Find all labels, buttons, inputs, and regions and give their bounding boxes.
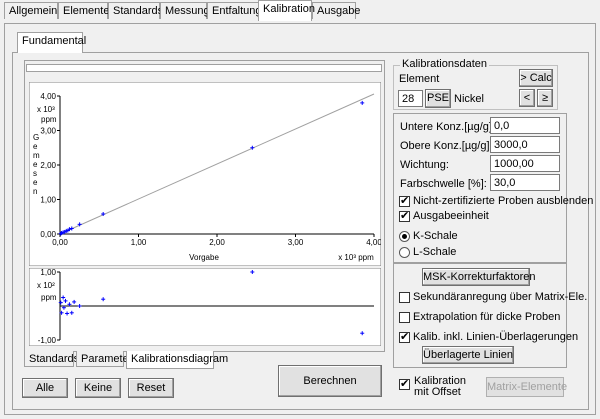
farbschwelle-label: Farbschwelle [%]: [400,178,487,190]
x-tick-label: 0,00 [52,238,68,247]
x-tick-label: 4,00 [366,238,381,247]
sekundaeranregung-label[interactable]: Sekundäranregung über Matrix-Ele. [413,291,587,303]
y-tick-label: 2,00 [40,161,56,170]
calc-button[interactable]: > Calc [519,69,553,87]
tab-fundamental[interactable]: Fundamental [17,32,86,53]
y-tick-label: 3,00 [40,127,56,136]
y-label-letter: e [33,142,38,151]
tab-elemente[interactable]: Elemente [58,2,109,19]
x-unit-label: x 10³ ppm [338,253,374,262]
berechnen-button[interactable]: Berechnen [278,365,382,397]
ausgabeeinheit-checkbox[interactable] [399,209,410,222]
kalib-inkl-checkbox[interactable] [399,330,410,343]
y-unit-top: x 10³ [37,105,55,114]
element-number-field[interactable]: 28 [398,90,423,107]
residual-y-tick-label: -1,00 [38,336,57,345]
next-element-button[interactable]: ≥ [537,89,553,107]
element-name: Nickel [454,93,484,105]
obere-konz-label: Obere Konz.[µg/g]: [400,140,493,152]
ueberlagerte-linien-button[interactable]: Überlagerte Linien [422,346,514,364]
kalibrationsdaten-title: Kalibrationsdaten [400,58,490,70]
reset-button[interactable]: Reset [128,378,174,398]
residual-chart: 1,00 -1,00 x 10² ppm [29,268,381,346]
chart-scrollbar[interactable] [26,64,382,72]
x-axis-label: Vorgabe [189,253,219,262]
msk-korrekturfaktoren-button[interactable]: MSK-Korrekturfaktoren [422,268,535,286]
farbschwelle-field[interactable]: 30,0 [490,174,560,191]
y-label-letter: e [33,160,38,169]
l-schale-label[interactable]: L-Schale [413,246,456,258]
tab-parameter[interactable]: Parameter [76,351,132,367]
wichtung-field[interactable]: 1000,00 [490,155,560,172]
x-tick-label: 3,00 [288,238,304,247]
element-label: Element [399,73,440,85]
y-label-letter: n [33,187,37,196]
tab-standards-chart[interactable]: Standards [24,351,79,367]
calibration-chart: 0,00 1,00 2,00 3,00 4,00 0,00 1,00 2,00 3,00 4,00… [29,82,381,266]
x-tick-label: 1,00 [131,238,147,247]
nicht-zertifizierte-label[interactable]: Nicht-zertifizierte Proben ausblenden [413,195,593,207]
pse-button[interactable]: PSE [425,89,451,108]
ausgabeeinheit-label[interactable]: Ausgabeeinheit [413,210,489,222]
tab-ausgabe[interactable]: Ausgabe [312,2,360,19]
y-tick-label: 1,00 [40,196,56,205]
tab-standards[interactable]: Standards [108,2,163,19]
extrapolation-checkbox[interactable] [399,312,410,323]
y-unit-bottom: ppm [41,115,57,124]
residual-y-tick-label: 1,00 [40,268,56,277]
untere-konz-field[interactable]: 0,0 [490,117,560,134]
x-tick-label: 2,00 [209,238,225,247]
tab-messung[interactable]: Messung [160,2,210,19]
obere-konz-field[interactable]: 3000,0 [490,136,560,153]
sekundaeranregung-checkbox[interactable] [399,292,410,303]
matrix-elemente-button[interactable]: Matrix-Elemente [486,377,567,397]
tab-entfaltung[interactable]: Entfaltung [207,2,262,19]
offset-checkbox[interactable] [399,377,410,390]
tab-kalibration[interactable]: Kalibration [258,0,315,21]
y-tick-label: 4,00 [40,92,56,101]
tab-kalibrationsdiagram[interactable]: Kalibrationsdiagram [126,351,228,369]
y-tick-label: 0,00 [40,230,56,239]
tab-allgemein[interactable]: Allgemein [4,2,58,19]
y-label-letter: s [33,169,37,178]
l-schale-radio[interactable] [399,247,410,258]
y-label-letter: G [33,133,39,142]
nicht-zertifizierte-checkbox[interactable] [399,194,410,207]
alle-button[interactable]: Alle [22,378,68,398]
residual-unit-bottom: ppm [41,293,57,302]
y-label-letter: m [33,151,40,160]
offset-label-line2[interactable]: mit Offset [414,386,461,398]
y-label-letter: e [33,178,38,187]
residual-unit-top: x 10² [37,281,55,290]
keine-button[interactable]: Keine [75,378,121,398]
kalib-inkl-label[interactable]: Kalib. inkl. Linien-Überlagerungen [413,331,578,343]
prev-element-button[interactable]: < [519,89,535,107]
untere-konz-label: Untere Konz.[µg/g]: [400,121,495,133]
k-schale-radio[interactable] [399,231,410,242]
wichtung-label: Wichtung: [400,159,449,171]
k-schale-label[interactable]: K-Schale [413,230,458,242]
extrapolation-label[interactable]: Extrapolation für dicke Proben [413,311,560,323]
